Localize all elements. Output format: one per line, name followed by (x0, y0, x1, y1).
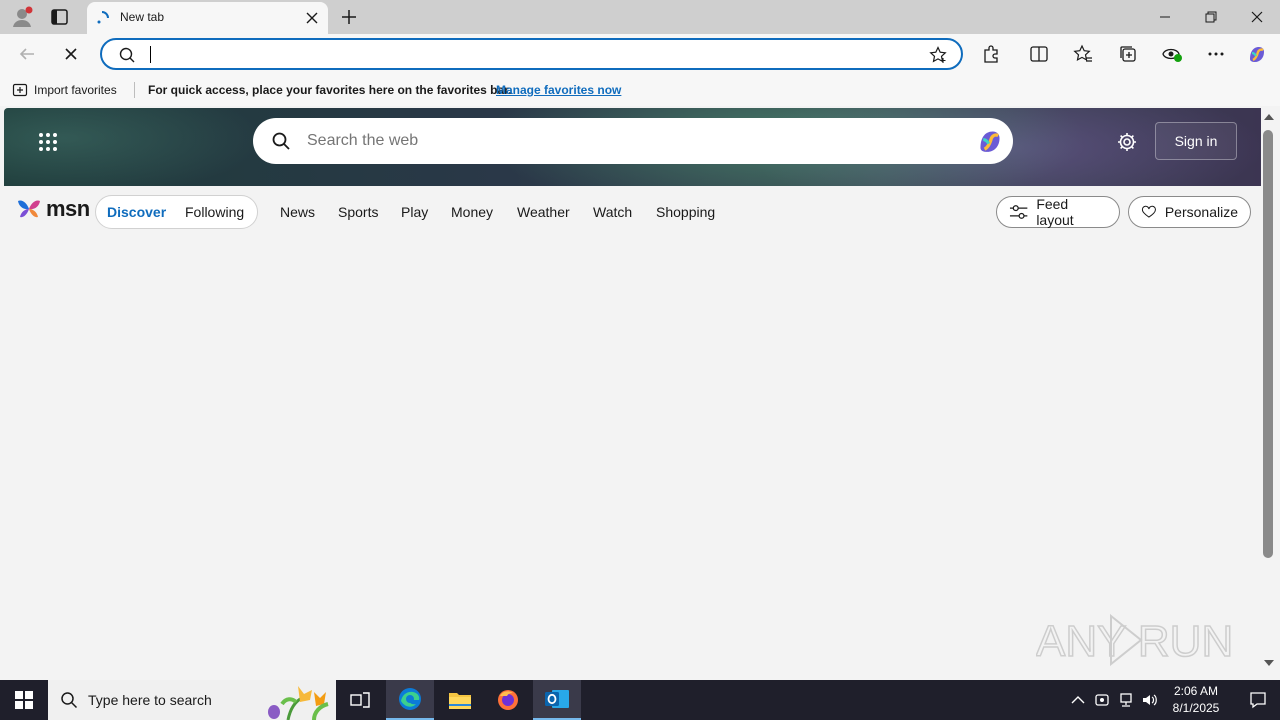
notification-center-button[interactable] (1236, 680, 1280, 720)
scroll-up-arrow-icon[interactable] (1264, 114, 1274, 120)
loading-icon (95, 11, 109, 25)
feed-toggle: Discover Following (95, 195, 258, 229)
nav-watch[interactable]: Watch (593, 204, 632, 220)
tab-title: New tab (120, 10, 165, 24)
personalize-button[interactable]: Personalize (1128, 196, 1251, 228)
app-launcher-icon[interactable] (38, 132, 58, 152)
taskbar-outlook[interactable] (533, 680, 581, 720)
sparkle-heart-icon (1141, 205, 1156, 218)
stop-loading-icon[interactable] (60, 43, 82, 65)
task-view-icon (350, 692, 370, 708)
favorite-star-icon[interactable] (929, 46, 947, 64)
split-screen-icon[interactable] (1028, 43, 1050, 65)
watermark-text: ANY RUN (1036, 617, 1233, 666)
msn-logo-text: msn (46, 196, 90, 221)
nav-sports[interactable]: Sports (338, 204, 378, 220)
task-view-button[interactable] (336, 680, 384, 720)
nav-play[interactable]: Play (401, 204, 428, 220)
collections-icon[interactable] (1117, 43, 1139, 65)
notification-icon (1250, 692, 1266, 709)
favorites-icon[interactable] (1072, 43, 1094, 65)
feed-layout-button[interactable]: Feed layout (996, 196, 1120, 228)
web-search-input[interactable] (307, 132, 907, 150)
msn-logo[interactable]: msn (16, 196, 90, 222)
search-highlight-flowers-icon (268, 686, 329, 720)
close-window-button[interactable] (1234, 0, 1280, 34)
taskbar-edge[interactable] (386, 680, 434, 720)
network-icon[interactable] (1117, 691, 1135, 709)
volume-icon[interactable] (1141, 691, 1159, 709)
favorites-bar: Import favorites For quick access, place… (0, 74, 1280, 106)
feed-layout-label: Feed layout (1036, 196, 1074, 228)
text-caret (150, 46, 151, 63)
scroll-thumb[interactable] (1263, 130, 1273, 558)
back-arrow-icon[interactable] (16, 43, 38, 65)
start-button[interactable] (0, 680, 48, 720)
sliders-icon (1009, 205, 1028, 219)
favorites-message: For quick access, place your favorites h… (148, 83, 512, 97)
tab-following[interactable]: Following (185, 204, 244, 220)
extensions-icon[interactable] (980, 43, 1002, 65)
sign-in-button[interactable]: Sign in (1155, 122, 1237, 160)
personalize-label: Personalize (1164, 204, 1238, 220)
msn-nav-bar: msn Discover Following News Sports Play … (4, 186, 1261, 234)
taskbar-search-placeholder: Type here to search (88, 692, 212, 708)
tab-new-tab[interactable]: New tab (87, 2, 328, 34)
tab-discover[interactable]: Discover (107, 204, 166, 220)
msn-butterfly-icon (18, 200, 40, 218)
settings-gear-icon[interactable] (1116, 131, 1138, 153)
copilot-icon[interactable] (975, 126, 1005, 156)
copilot-icon[interactable] (1246, 43, 1268, 65)
nav-weather[interactable]: Weather (517, 204, 570, 220)
show-hidden-icons-chevron-icon[interactable] (1069, 691, 1087, 709)
taskbar-search-box[interactable]: Type here to search (48, 680, 336, 720)
tab-strip: New tab (0, 0, 1280, 34)
import-favorites-button[interactable]: Import favorites (12, 82, 117, 98)
tab-close-icon[interactable] (305, 11, 319, 25)
firefox-icon (498, 690, 518, 710)
profile-icon[interactable] (10, 6, 34, 28)
scroll-down-arrow-icon[interactable] (1264, 660, 1274, 666)
anyrun-watermark: ANY RUN (1035, 610, 1236, 670)
windows-taskbar: Type here to search 2:06 AM 8/1/2025 (0, 680, 1280, 720)
import-favorites-icon (12, 83, 28, 97)
windows-logo-icon (15, 691, 33, 709)
outlook-icon (545, 690, 569, 708)
page-viewport: Sign in msn Discover Following News Spor… (4, 108, 1261, 676)
nav-money[interactable]: Money (451, 204, 493, 220)
browser-essentials-icon[interactable] (1161, 43, 1183, 65)
new-tab-button[interactable] (339, 7, 359, 27)
clock-time: 2:06 AM (1173, 684, 1219, 698)
nav-news[interactable]: News (280, 204, 315, 220)
taskbar-clock[interactable]: 2:06 AM 8/1/2025 (1164, 683, 1228, 717)
clock-date: 8/1/2025 (1172, 701, 1220, 715)
nav-shopping[interactable]: Shopping (656, 204, 715, 220)
taskbar-firefox[interactable] (484, 680, 532, 720)
browser-toolbar (0, 34, 1280, 74)
address-bar[interactable] (100, 38, 963, 70)
search-icon (60, 691, 78, 709)
search-icon (271, 131, 291, 151)
more-options-icon[interactable] (1205, 43, 1227, 65)
restore-button[interactable] (1188, 0, 1234, 34)
manage-favorites-link[interactable]: Manage favorites now (496, 83, 621, 97)
page-scrollbar[interactable] (1261, 108, 1276, 676)
hero-banner: Sign in (4, 108, 1261, 186)
favorites-divider (134, 82, 135, 98)
search-icon (118, 46, 136, 64)
tab-actions-icon[interactable] (49, 7, 71, 27)
edge-icon (399, 688, 421, 710)
import-favorites-label: Import favorites (34, 83, 117, 97)
taskbar-file-explorer[interactable] (436, 680, 484, 720)
web-search-box[interactable] (253, 118, 1013, 164)
minimize-button[interactable] (1142, 0, 1188, 34)
meet-now-icon[interactable] (1093, 691, 1111, 709)
folder-icon (449, 693, 471, 709)
